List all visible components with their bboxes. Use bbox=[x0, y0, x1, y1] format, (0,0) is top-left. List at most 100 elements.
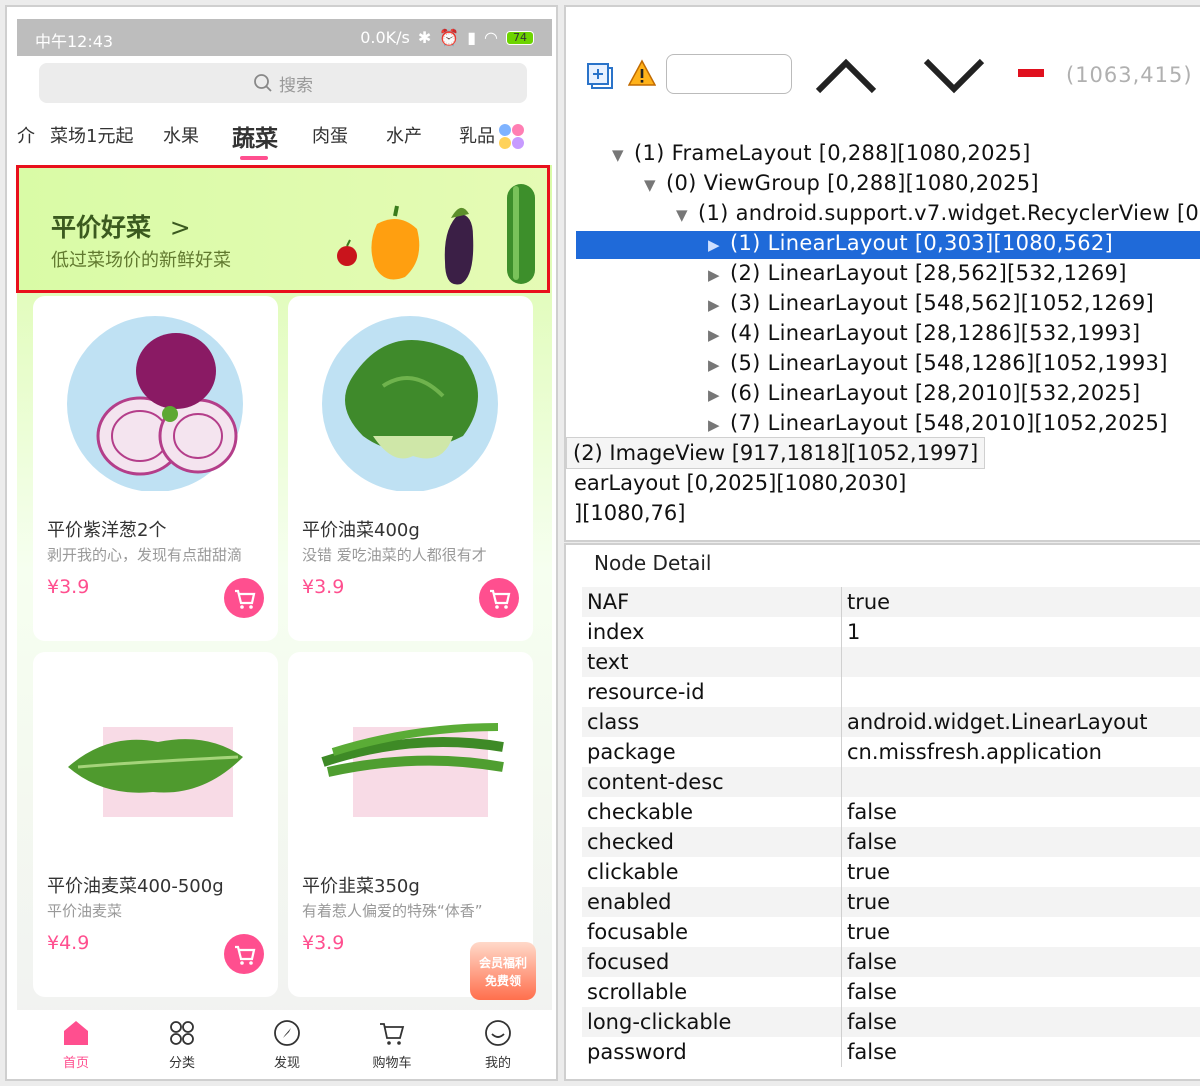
tab-vegetables[interactable]: 蔬菜 bbox=[232, 119, 278, 153]
detail-value: true bbox=[847, 890, 891, 914]
search-icon bbox=[254, 74, 272, 92]
next-match-icon[interactable] bbox=[922, 57, 986, 95]
member-badge-line2: 免费领 bbox=[484, 974, 521, 988]
add-to-cart-button[interactable] bbox=[224, 578, 264, 618]
all-categories-icon[interactable] bbox=[499, 124, 525, 150]
home-icon bbox=[64, 1021, 88, 1045]
expand-triangle-icon[interactable]: ▶ bbox=[708, 326, 730, 344]
detail-row: focusable true bbox=[582, 917, 1200, 947]
warning-icon[interactable] bbox=[628, 59, 656, 87]
detail-row: checked false bbox=[582, 827, 1200, 857]
nav-mine[interactable]: 我的 bbox=[463, 1018, 533, 1071]
product-price: ¥3.9 bbox=[302, 576, 345, 598]
cart-icon bbox=[490, 589, 511, 609]
status-time: 中午12:43 bbox=[35, 32, 114, 51]
red-onion-image bbox=[67, 316, 243, 491]
nav-home[interactable]: 首页 bbox=[41, 1018, 111, 1071]
expand-triangle-icon[interactable]: ▶ bbox=[708, 236, 730, 254]
vegetables-illustration bbox=[337, 184, 535, 285]
tab-market[interactable]: 菜场1元起 bbox=[50, 122, 133, 148]
nav-cart[interactable]: 购物车 bbox=[357, 1018, 427, 1071]
nav-discover-label: 发现 bbox=[273, 1056, 300, 1071]
detail-row: text bbox=[582, 647, 1200, 677]
tab-dairy[interactable]: 乳品 bbox=[459, 122, 495, 148]
detail-value: true bbox=[847, 860, 891, 884]
detail-key: enabled bbox=[582, 887, 842, 917]
detail-key: checked bbox=[582, 827, 842, 857]
expand-triangle-icon[interactable]: ▶ bbox=[708, 296, 730, 314]
tree-node-label: (1) FrameLayout [0,288][1080,2025] bbox=[634, 141, 1031, 165]
tree-node-label: (7) LinearLayout [548,2010][1052,2025] bbox=[730, 411, 1168, 435]
tab-meat-egg[interactable]: 肉蛋 bbox=[312, 122, 348, 148]
tab-seafood[interactable]: 水产 bbox=[386, 122, 422, 148]
detail-row: enabled true bbox=[582, 887, 1200, 917]
promo-banner[interactable]: 平价好菜 > 低过菜场价的新鲜好菜 bbox=[16, 165, 550, 293]
tree-node[interactable]: ▼ (1) FrameLayout [0,288][1080,2025] bbox=[612, 141, 1031, 169]
detail-value bbox=[842, 767, 847, 797]
tab-partial[interactable]: 介 bbox=[17, 122, 35, 148]
nav-mine-label: 我的 bbox=[484, 1056, 511, 1071]
detail-key: password bbox=[582, 1037, 842, 1067]
detail-value: false bbox=[847, 980, 897, 1004]
tree-node-label: (2) LinearLayout [28,562][532,1269] bbox=[730, 261, 1127, 285]
nav-category[interactable]: 分类 bbox=[147, 1018, 217, 1071]
detail-value: false bbox=[847, 950, 897, 974]
chevron-right-icon: > bbox=[169, 213, 191, 242]
clear-icon[interactable] bbox=[1018, 67, 1044, 79]
detail-value: false bbox=[847, 830, 897, 854]
active-tab-indicator bbox=[240, 156, 268, 160]
tree-node[interactable]: ▼ (0) ViewGroup [0,288][1080,2025] bbox=[644, 171, 1039, 199]
expand-all-icon[interactable] bbox=[586, 62, 614, 90]
tree-node[interactable]: ▼ (1) android.support.v7.widget.RecyclerV… bbox=[676, 201, 1200, 229]
product-card[interactable]: 平价油麦菜400-500g 平价油麦菜 ¥4.9 bbox=[33, 652, 278, 997]
search-placeholder: 搜索 bbox=[279, 75, 313, 96]
node-detail-table: NAF true index 1 text resource-id class and… bbox=[582, 587, 1200, 1067]
banner-subtitle: 低过菜场价的新鲜好菜 bbox=[51, 250, 231, 271]
product-card[interactable]: 平价油菜400g 没错 爱吃油菜的人都很有才 ¥3.9 bbox=[288, 296, 533, 641]
detail-key: content-desc bbox=[582, 767, 842, 797]
node-detail-panel: Node Detail NAF true index 1 text resource… bbox=[564, 543, 1200, 1081]
detail-key: class bbox=[582, 707, 842, 737]
add-to-cart-button[interactable] bbox=[479, 578, 519, 618]
alarm-icon: ⏰ bbox=[439, 28, 460, 47]
tree-node[interactable]: ▶ (7) LinearLayout [548,2010][1052,2025] bbox=[708, 411, 1168, 439]
detail-key: resource-id bbox=[582, 677, 842, 707]
collapse-triangle-icon[interactable]: ▼ bbox=[676, 206, 698, 224]
product-card[interactable]: 平价紫洋葱2个 剥开我的心，发现有点甜甜滴 ¥3.9 bbox=[33, 296, 278, 641]
nav-discover[interactable]: 发现 bbox=[252, 1018, 322, 1071]
tree-node-partial[interactable]: ][1080,76] bbox=[574, 501, 685, 525]
tree-node-partial[interactable]: earLayout [0,2025][1080,2030] bbox=[574, 471, 906, 495]
detail-key: scrollable bbox=[582, 977, 842, 1007]
detail-row: long-clickable false bbox=[582, 1007, 1200, 1037]
expand-triangle-icon[interactable]: ▶ bbox=[708, 386, 730, 404]
collapse-triangle-icon[interactable]: ▼ bbox=[612, 146, 634, 164]
product-desc: 有着惹人偏爱的特殊“体香” bbox=[302, 902, 483, 920]
tree-node[interactable]: ▶ (6) LinearLayout [28,2010][532,2025] bbox=[708, 381, 1140, 409]
search-field[interactable] bbox=[666, 54, 792, 94]
collapse-triangle-icon[interactable]: ▼ bbox=[644, 176, 666, 194]
phone-screenshot-panel: 中午12:43 0.0K/s ✱ ⏰ ▮ ◠ 74 搜索 介 菜场1元起 水果 … bbox=[5, 5, 558, 1081]
nav-cart-label: 购物车 bbox=[372, 1056, 412, 1071]
expand-triangle-icon[interactable]: ▶ bbox=[708, 416, 730, 434]
product-desc: 没错 爱吃油菜的人都很有才 bbox=[302, 546, 487, 564]
search-input[interactable]: 搜索 bbox=[39, 63, 527, 103]
tab-fruit[interactable]: 水果 bbox=[163, 122, 199, 148]
detail-row: index 1 bbox=[582, 617, 1200, 647]
add-to-cart-button[interactable] bbox=[224, 934, 264, 974]
detail-key: focused bbox=[582, 947, 842, 977]
previous-match-icon[interactable] bbox=[814, 57, 878, 95]
member-benefit-badge[interactable]: 会员福利 免费领 bbox=[470, 942, 536, 1000]
detail-value: false bbox=[847, 1010, 897, 1034]
tree-node-selected[interactable]: ▶ (1) LinearLayout [0,303][1080,562] bbox=[576, 231, 1200, 259]
tree-node[interactable]: ▶ (5) LinearLayout [548,1286][1052,1993] bbox=[708, 351, 1168, 379]
expand-triangle-icon[interactable]: ▶ bbox=[708, 266, 730, 284]
detail-key: text bbox=[582, 647, 842, 677]
tree-node[interactable]: ▶ (4) LinearLayout [28,1286][532,1993] bbox=[708, 321, 1140, 349]
tree-node[interactable]: ▶ (2) LinearLayout [28,562][532,1269] bbox=[708, 261, 1127, 289]
banner-title: 平价好菜 > bbox=[51, 213, 191, 242]
wifi-icon: ◠ bbox=[484, 28, 498, 47]
expand-triangle-icon[interactable]: ▶ bbox=[708, 356, 730, 374]
tree-node[interactable]: ▶ (3) LinearLayout [548,562][1052,1269] bbox=[708, 291, 1154, 319]
compass-icon bbox=[274, 1020, 300, 1046]
product-name: 平价油麦菜400-500g bbox=[47, 876, 224, 897]
